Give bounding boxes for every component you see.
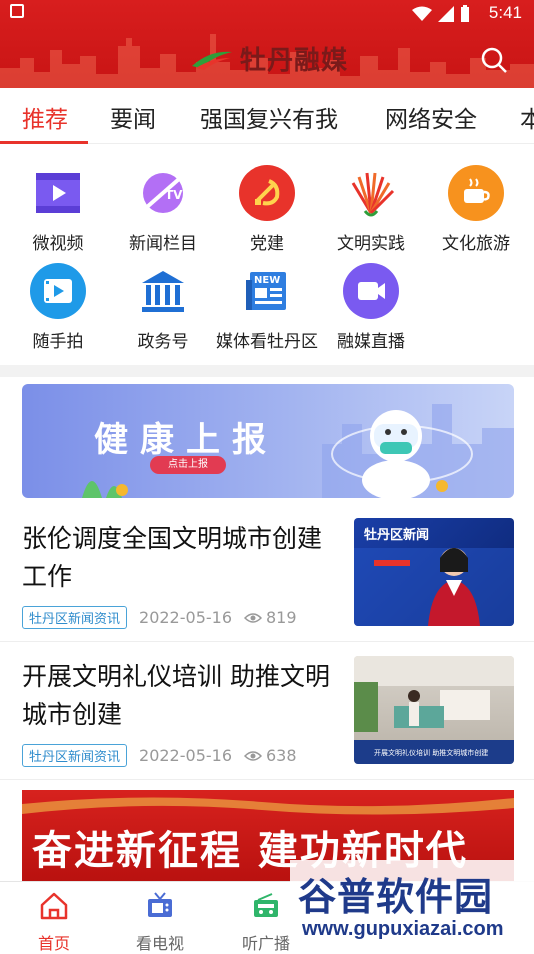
grid-label: 党建 xyxy=(250,234,284,254)
active-tab-indicator xyxy=(0,141,88,144)
nav-label: 看电视 xyxy=(135,934,184,953)
watermark: 谷普软件园 www.gupuxiazai.com xyxy=(290,860,534,950)
grid-item-news-columns[interactable]: TV 新闻栏目 xyxy=(111,165,215,254)
fan-icon xyxy=(343,165,399,221)
app-logo: 牡丹融媒 xyxy=(190,40,348,76)
tab-revival[interactable]: 强国复兴有我 xyxy=(200,100,338,134)
grid-item-snapshot[interactable]: 随手拍 xyxy=(6,263,110,352)
grid-item-government[interactable]: 政务号 xyxy=(111,263,215,352)
news-source-tag: 牡丹区新闻资讯 xyxy=(22,744,128,767)
grid-label: 文化旅游 xyxy=(442,234,510,254)
tab-recommend[interactable]: 推荐 xyxy=(22,100,68,134)
news-item[interactable]: 张伦调度全国文明城市创建工作 牡丹区新闻资讯 2022-05-16 819 牡丹… xyxy=(0,506,534,642)
news-thumbnail: 牡丹区新闻 xyxy=(354,518,514,626)
news-title: 开展文明礼仪培训 助推文明城市创建 xyxy=(22,662,330,729)
grid-label: 新闻栏目 xyxy=(129,234,197,254)
camera-icon xyxy=(343,263,399,319)
status-bar: 5:41 xyxy=(0,0,534,28)
grid-label: 媒体看牡丹区 xyxy=(216,332,318,352)
news-meta: 牡丹区新闻资讯 2022-05-16 819 xyxy=(22,606,297,629)
app-header: 5:41 牡丹融媒 xyxy=(0,0,534,88)
signal-icon xyxy=(438,6,454,22)
grid-item-media-view[interactable]: NEW 媒体看牡丹区 xyxy=(215,263,319,352)
grid-item-micro-video[interactable]: 微视频 xyxy=(6,165,110,254)
film-icon xyxy=(30,263,86,319)
tab-headlines[interactable]: 要闻 xyxy=(110,100,156,134)
logo-swoosh-icon xyxy=(192,51,232,70)
grid-item-civilization-practice[interactable]: 文明实践 xyxy=(319,165,423,254)
newspaper-icon: NEW xyxy=(239,263,295,319)
news-date: 2022-05-16 xyxy=(139,746,232,765)
function-grid: 微视频 TV 新闻栏目 党建 文明实践 文化旅游 随手拍 政务号 NEW 媒体看… xyxy=(0,145,534,365)
banner-title: 健康上报 xyxy=(94,420,278,460)
nav-label: 首页 xyxy=(37,934,70,953)
section-divider xyxy=(0,365,534,377)
grid-label: 政务号 xyxy=(137,332,189,352)
watermark-url: www.gupuxiazai.com xyxy=(302,918,504,940)
news-views: 819 xyxy=(244,608,297,627)
video-icon xyxy=(30,165,86,221)
category-tabs: 推荐 要闻 强国复兴有我 网络安全 本 xyxy=(0,88,534,144)
nav-home[interactable]: 首页 xyxy=(14,890,94,954)
eye-icon xyxy=(244,750,262,761)
news-views: 638 xyxy=(244,746,297,765)
svg-text:NEW: NEW xyxy=(254,275,280,286)
logo-text: 牡丹融媒 xyxy=(240,45,349,76)
news-meta: 牡丹区新闻资讯 2022-05-16 638 xyxy=(22,744,297,767)
tv-icon: TV xyxy=(135,165,191,221)
status-time: 5:41 xyxy=(488,3,522,22)
grid-item-culture-tourism[interactable]: 文化旅游 xyxy=(424,165,528,254)
eye-icon xyxy=(244,612,262,623)
coffee-icon xyxy=(448,165,504,221)
home-icon xyxy=(40,892,68,920)
news-date: 2022-05-16 xyxy=(139,608,232,627)
grid-label: 文明实践 xyxy=(337,234,405,254)
grid-label: 微视频 xyxy=(32,234,84,254)
government-icon xyxy=(135,263,191,319)
news-view-count: 638 xyxy=(266,746,297,765)
nav-watch-tv[interactable]: 看电视 xyxy=(120,890,200,954)
tab-cyber-security[interactable]: 网络安全 xyxy=(385,100,477,134)
battery-icon xyxy=(461,5,469,22)
tab-local[interactable]: 本 xyxy=(520,100,534,134)
status-icons xyxy=(412,5,470,23)
search-icon[interactable] xyxy=(480,46,508,74)
report-button[interactable]: 点击上报 xyxy=(150,456,226,474)
news-title: 张伦调度全国文明城市创建工作 xyxy=(22,524,323,591)
thumbnail-caption: 开展文明礼仪培训 助推文明城市创建 xyxy=(374,749,489,757)
news-item[interactable]: 开展文明礼仪培训 助推文明城市创建 牡丹区新闻资讯 2022-05-16 638… xyxy=(0,644,534,780)
notification-icon xyxy=(10,4,24,18)
grid-item-live[interactable]: 融媒直播 xyxy=(319,263,423,352)
svg-text:TV: TV xyxy=(165,188,183,202)
grid-item-party-building[interactable]: 党建 xyxy=(215,165,319,254)
grid-label: 融媒直播 xyxy=(337,332,405,352)
grid-label: 随手拍 xyxy=(32,332,84,352)
party-icon xyxy=(239,165,295,221)
watermark-text: 谷普软件园 xyxy=(298,875,494,919)
news-thumbnail: 开展文明礼仪培训 助推文明城市创建 xyxy=(354,656,514,764)
news-source-tag: 牡丹区新闻资讯 xyxy=(22,606,128,629)
news-view-count: 819 xyxy=(266,608,297,627)
thumbnail-caption: 牡丹区新闻 xyxy=(364,528,430,543)
radio-icon xyxy=(254,893,278,917)
wifi-icon xyxy=(412,6,432,21)
health-report-banner[interactable]: 健康上报 点击上报 xyxy=(22,384,514,498)
tv-icon xyxy=(148,892,172,917)
